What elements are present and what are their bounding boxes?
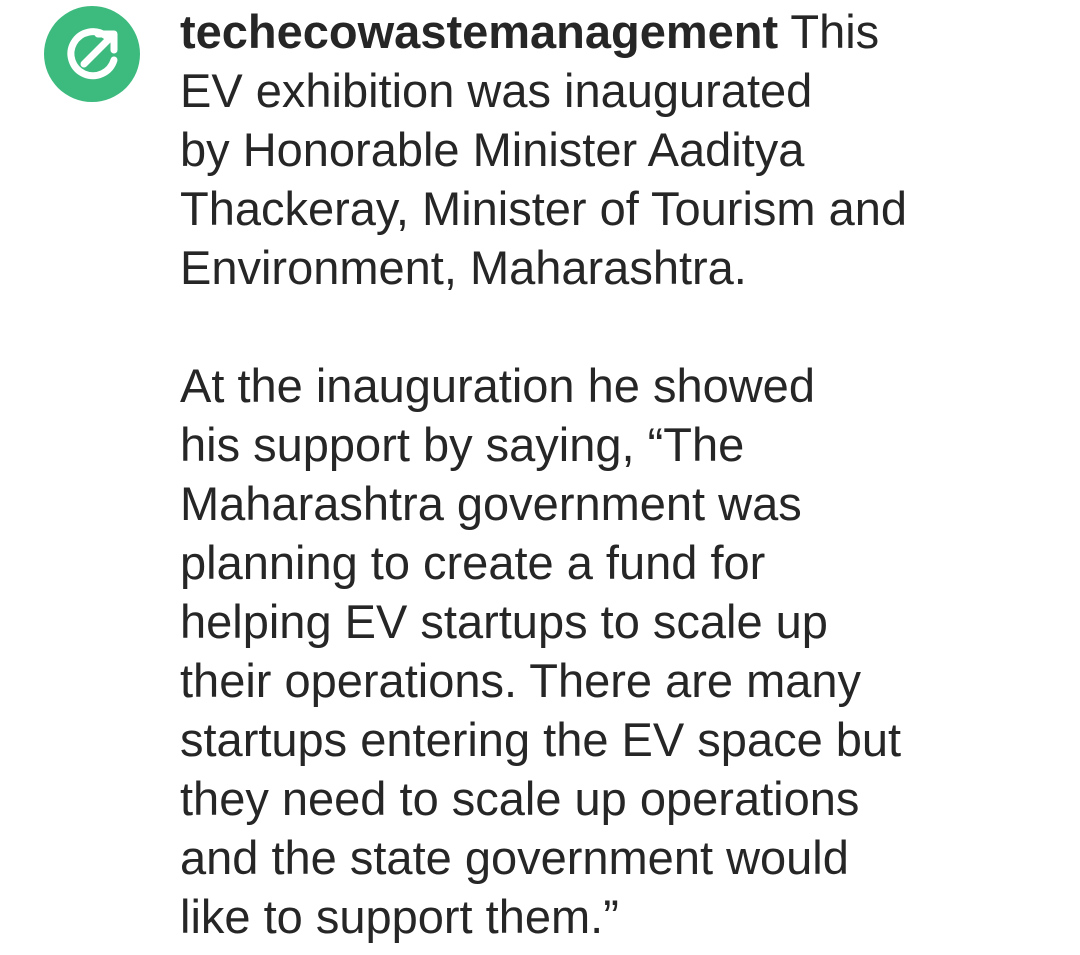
post-caption-view: techecowastemanagement This EV exhibitio… xyxy=(0,0,1080,955)
caption-line: their operations. There are many xyxy=(180,654,861,707)
share-arrow-icon xyxy=(67,28,118,80)
caption-line: This xyxy=(790,5,880,58)
caption-line: planning to create a fund for xyxy=(180,536,766,589)
caption-line: and the state government would xyxy=(180,831,849,884)
caption-line: like to support them.” xyxy=(180,890,619,943)
caption-line: helping EV startups to scale up xyxy=(180,595,828,648)
post-caption: techecowastemanagement This EV exhibitio… xyxy=(180,2,1060,946)
caption-line: At the inauguration he showed xyxy=(180,359,815,412)
caption-line: Maharashtra government was xyxy=(180,477,802,530)
avatar[interactable] xyxy=(44,6,140,102)
caption-line: startups entering the EV space but xyxy=(180,713,902,766)
caption-line: Environment, Maharashtra. xyxy=(180,241,747,294)
caption-line: Thackeray, Minister of Tourism and xyxy=(180,182,908,235)
caption-line: his support by saying, “The xyxy=(180,418,745,471)
caption-line: EV exhibition was inaugurated xyxy=(180,64,813,117)
username-link[interactable]: techecowastemanagement xyxy=(180,5,778,58)
caption-line: by Honorable Minister Aaditya xyxy=(180,123,805,176)
caption-paragraph: At the inauguration he showed his suppor… xyxy=(180,356,1060,946)
caption-line: they need to scale up operations xyxy=(180,772,860,825)
caption-paragraph: techecowastemanagement This EV exhibitio… xyxy=(180,2,1060,297)
